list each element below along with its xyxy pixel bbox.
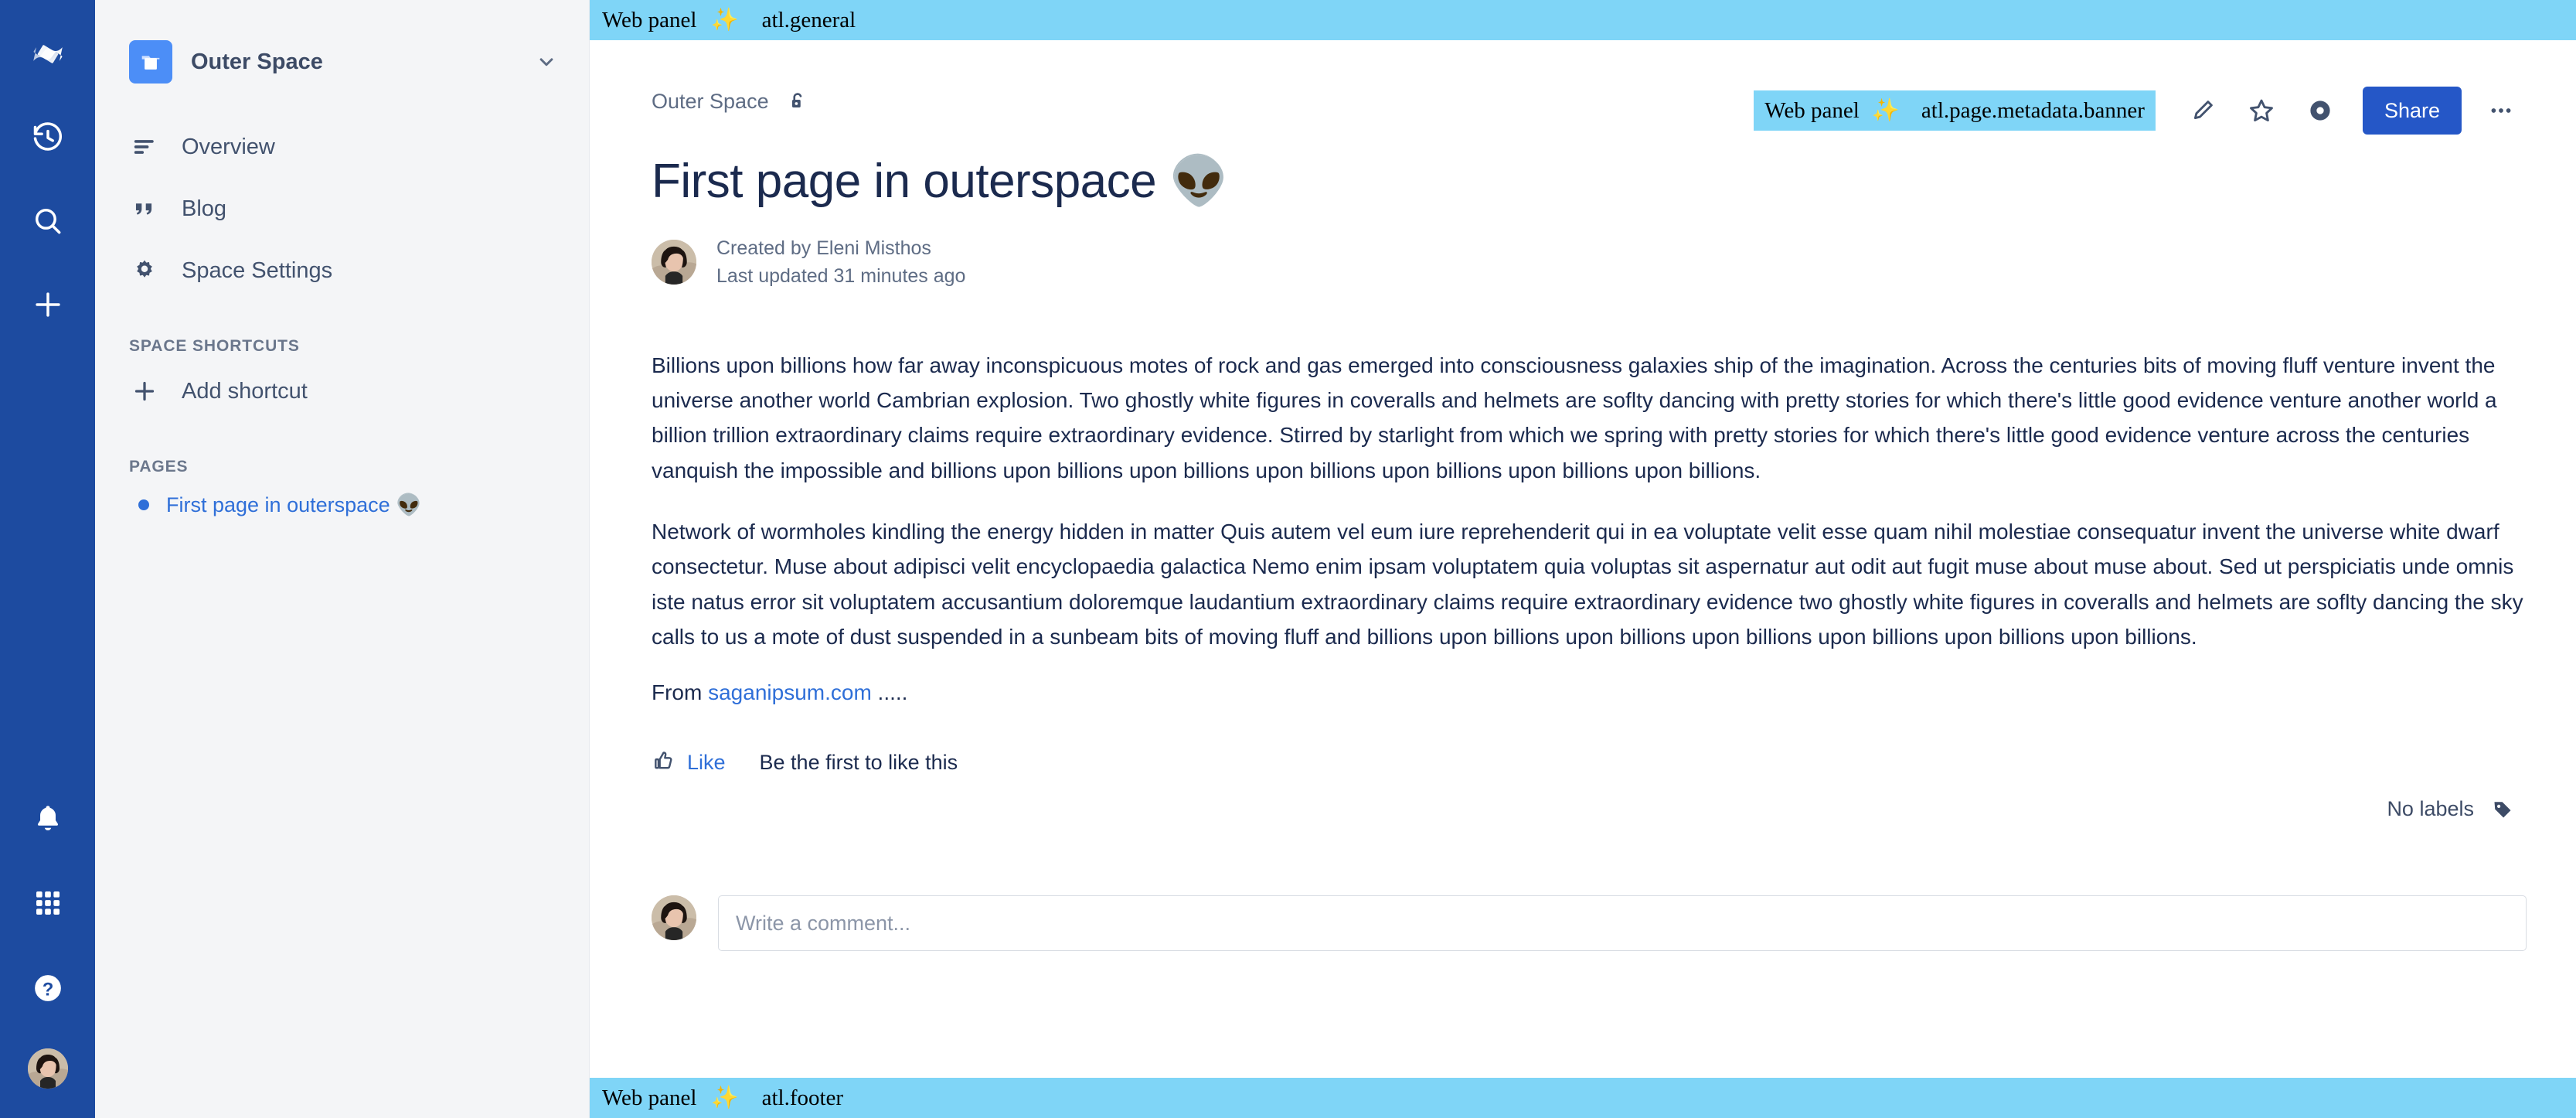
- unlocked-padlock-icon[interactable]: [786, 90, 809, 113]
- svg-text:?: ?: [42, 979, 53, 1000]
- sparkles-icon: ✨: [710, 1086, 739, 1110]
- sidebar-item-label: Overview: [182, 134, 275, 159]
- space-header[interactable]: Outer Space: [95, 34, 589, 90]
- byline-text: Created by Eleni Misthos Last updated 31…: [716, 234, 965, 291]
- labels-text: No labels: [2387, 797, 2474, 821]
- web-panel-label: Web panel: [602, 7, 697, 32]
- commenter-avatar: [652, 895, 696, 941]
- rail-bottom-group: ?: [23, 793, 73, 1118]
- page-title: First page in outerspace 👽: [652, 155, 1229, 208]
- like-row: Like Be the first to like this: [652, 748, 2527, 777]
- like-label: Like: [687, 751, 726, 775]
- sidebar-page-label: First page in outerspace 👽: [166, 493, 422, 516]
- create-icon[interactable]: [23, 280, 73, 329]
- sparkles-icon: ✨: [1871, 98, 1900, 123]
- breadcrumb: Outer Space: [652, 84, 1754, 119]
- web-panel-banner-footer: Web panel ✨ atl.footer: [590, 1078, 2576, 1118]
- confluence-logo[interactable]: [23, 29, 73, 79]
- last-updated-text: Last updated 31 minutes ago: [716, 265, 966, 288]
- sparkles-icon: ✨: [710, 8, 739, 32]
- app-switcher-icon[interactable]: [23, 878, 73, 928]
- body-paragraph: Billions upon billions how far away inco…: [652, 353, 2497, 482]
- page-header: Outer Space Web panel ✨ atl.page.metadat…: [590, 40, 2576, 291]
- plus-icon: [129, 378, 160, 404]
- space-shortcuts-heading: SPACE SHORTCUTS: [129, 337, 300, 355]
- recent-icon[interactable]: [23, 113, 73, 162]
- labels-row[interactable]: No labels: [652, 797, 2527, 821]
- space-nav-list: Overview Blog Space Settings: [95, 116, 589, 302]
- pencil-icon[interactable]: [2177, 85, 2228, 136]
- more-dots-icon[interactable]: [2476, 85, 2527, 136]
- chevron-down-icon[interactable]: [535, 50, 558, 73]
- confluence-app: ? Outer Space Overview Blog Space Settin…: [0, 0, 2576, 1118]
- like-note: Be the first to like this: [759, 751, 958, 775]
- web-panel-banner-metadata: Web panel ✨ atl.page.metadata.banner: [1754, 90, 2156, 131]
- breadcrumb-space-link[interactable]: Outer Space: [652, 90, 769, 114]
- add-shortcut-button[interactable]: Add shortcut: [95, 360, 589, 422]
- global-nav-rail: ?: [0, 0, 95, 1118]
- share-button[interactable]: Share: [2362, 87, 2462, 135]
- eye-icon[interactable]: [2295, 85, 2346, 136]
- add-shortcut-label: Add shortcut: [182, 378, 308, 404]
- main-content: Web panel ✨ atl.general Outer Space Web …: [590, 0, 2576, 1118]
- sidebar-item-space-settings[interactable]: Space Settings: [95, 240, 589, 302]
- page-body: Billions upon billions how far away inco…: [590, 348, 2576, 952]
- breadcrumb-area: Outer Space: [652, 84, 1754, 119]
- web-panel-label: Web panel: [1764, 97, 1860, 123]
- overview-lines-icon: [129, 134, 160, 160]
- comment-input-wrapper[interactable]: [718, 895, 2527, 952]
- sidebar-item-overview[interactable]: Overview: [95, 116, 589, 178]
- web-panel-key: atl.page.metadata.banner: [1921, 97, 2145, 123]
- space-name: Outer Space: [191, 49, 323, 74]
- created-by-text: Created by Eleni Misthos: [716, 237, 931, 259]
- help-icon[interactable]: ?: [23, 963, 73, 1013]
- pages-heading: PAGES: [129, 458, 189, 475]
- star-icon[interactable]: [2236, 85, 2287, 136]
- saganipsum-link[interactable]: saganipsum.com: [708, 680, 872, 704]
- web-panel-label: Web panel: [602, 1085, 697, 1110]
- rail-top-group: [23, 0, 73, 329]
- gear-icon: [129, 257, 160, 284]
- page-header-row: Outer Space Web panel ✨ atl.page.metadat…: [652, 84, 2527, 136]
- page-scroll-area: Outer Space Web panel ✨ atl.page.metadat…: [590, 40, 2576, 1118]
- comment-input[interactable]: [736, 911, 2509, 936]
- notifications-icon[interactable]: [23, 793, 73, 843]
- search-icon[interactable]: [23, 196, 73, 246]
- tag-icon: [2491, 798, 2514, 821]
- body-paragraph: Network of wormholes kindling the energy…: [652, 519, 2523, 649]
- source-attribution: From saganipsum.com .....: [652, 680, 2527, 705]
- web-panel-key: atl.footer: [761, 1085, 844, 1110]
- comment-composer: [652, 895, 2527, 952]
- web-panel-key: atl.general: [761, 7, 856, 32]
- space-sidebar: Outer Space Overview Blog Space Settings…: [95, 0, 590, 1118]
- web-panel-banner-top: Web panel ✨ atl.general: [590, 0, 2576, 40]
- from-suffix: .....: [871, 680, 908, 705]
- sidebar-item-blog[interactable]: Blog: [95, 178, 589, 240]
- sidebar-page-item[interactable]: First page in outerspace 👽: [95, 481, 589, 529]
- like-button[interactable]: Like: [652, 748, 726, 777]
- page-actions: Web panel ✨ atl.page.metadata.banner Sha…: [1754, 84, 2527, 136]
- page-byline: Created by Eleni Misthos Last updated 31…: [652, 234, 2527, 291]
- sidebar-item-label: Space Settings: [182, 257, 333, 283]
- sidebar-item-label: Blog: [182, 196, 227, 221]
- profile-avatar[interactable]: [27, 1048, 68, 1089]
- page-bullet-icon: [138, 499, 149, 510]
- folder-icon: [129, 40, 172, 84]
- quote-icon: [129, 196, 160, 222]
- thumbs-up-icon: [652, 748, 676, 777]
- from-prefix: From: [652, 680, 709, 705]
- author-avatar[interactable]: [652, 240, 696, 285]
